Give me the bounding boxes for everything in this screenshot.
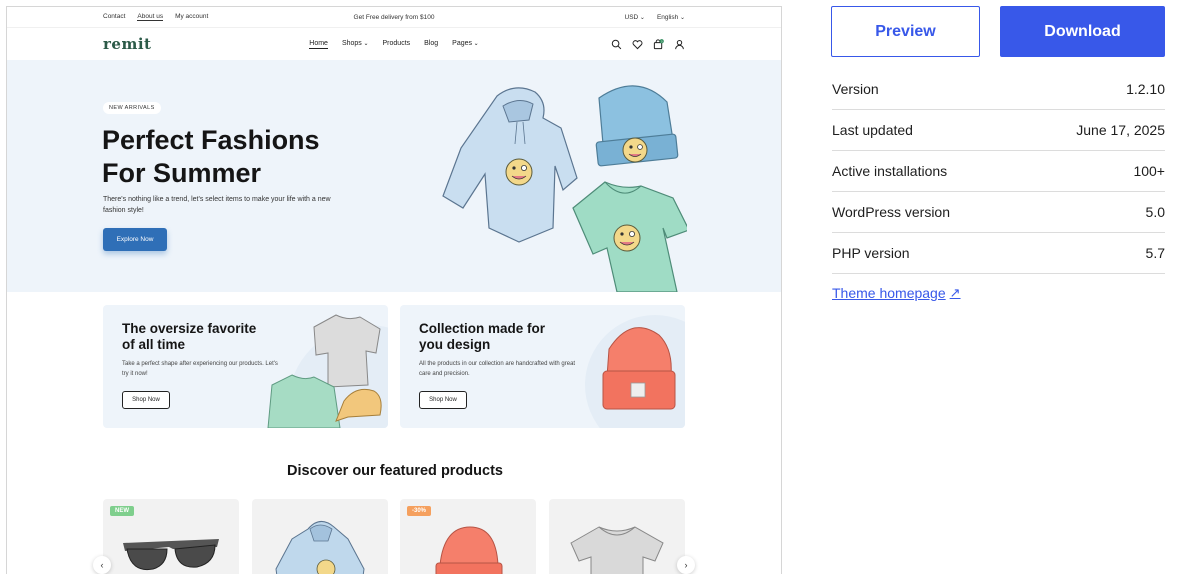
language-select[interactable]: English: [657, 14, 685, 21]
search-icon[interactable]: [611, 39, 622, 50]
theme-meta-list: Version 1.2.10 Last updated June 17, 202…: [832, 69, 1165, 274]
hero-subtitle: There's nothing like a trend, let's sele…: [103, 196, 331, 214]
hero-title: Perfect Fashions For Summer: [102, 124, 402, 190]
heart-icon[interactable]: [632, 39, 643, 50]
product-card-beanie[interactable]: -30%: [400, 499, 536, 574]
promo-card-title: The oversize favorite of all time: [122, 321, 256, 353]
meta-row-wordpress-version: WordPress version 5.0: [832, 192, 1165, 233]
product-card-hoodie[interactable]: [252, 499, 388, 574]
hero-banner: NEW ARRIVALS Perfect Fashions For Summer…: [7, 60, 781, 292]
meta-value: 100+: [1133, 163, 1165, 179]
new-arrivals-badge: NEW ARRIVALS: [103, 102, 161, 114]
external-link-icon: ↗: [949, 285, 961, 300]
hero-title-line1: Perfect Fashions: [102, 125, 320, 155]
hero-apparel-illustration: [442, 85, 687, 292]
meta-value: 5.0: [1145, 204, 1165, 220]
meta-row-version: Version 1.2.10: [832, 69, 1165, 110]
promo-card-title-line2: of all time: [122, 337, 186, 352]
promo-card-title-line2: you design: [419, 337, 491, 352]
shop-now-button[interactable]: Shop Now: [122, 391, 170, 409]
user-icon[interactable]: [674, 39, 685, 50]
preview-navbar: remit Home Shops Products Blog Pages 0: [7, 27, 781, 60]
menu-item-shops[interactable]: Shops: [342, 40, 369, 49]
orange-beanie-illustration: [585, 315, 685, 428]
meta-label: Active installations: [832, 163, 948, 179]
cart-icon[interactable]: 0: [653, 38, 664, 50]
promo-card-collection: Collection made for you design All the p…: [400, 305, 685, 428]
hoodie-product-illustration: [275, 521, 365, 574]
new-badge: NEW: [110, 506, 134, 516]
main-menu: Home Shops Products Blog Pages: [303, 40, 485, 49]
beanie-illustration: [595, 85, 679, 167]
meta-label: Version: [832, 81, 879, 97]
menu-item-pages[interactable]: Pages: [452, 40, 479, 49]
promo-card-title-line1: Collection made for: [419, 321, 546, 336]
meta-label: WordPress version: [832, 204, 951, 220]
topbar-link-contact[interactable]: Contact: [103, 13, 125, 21]
tshirt-illustration: [572, 181, 687, 292]
preview-button[interactable]: Preview: [831, 6, 980, 57]
promo-card-title-line1: The oversize favorite: [122, 321, 257, 336]
meta-row-active-installations: Active installations 100+: [832, 151, 1165, 192]
meta-label: PHP version: [832, 245, 910, 261]
shop-now-button[interactable]: Shop Now: [419, 391, 467, 409]
meta-row-php-version: PHP version 5.7: [832, 233, 1165, 274]
theme-preview-frame: Contact About us My account Get Free del…: [6, 6, 782, 574]
featured-products-title: Discover our featured products: [287, 463, 503, 479]
hero-title-line2: For Summer: [102, 158, 262, 188]
promo-card-oversize: The oversize favorite of all time Take a…: [103, 305, 388, 428]
meta-value: June 17, 2025: [1076, 122, 1165, 138]
product-card-tshirt[interactable]: [549, 499, 685, 574]
meta-row-last-updated: Last updated June 17, 2025: [832, 110, 1165, 151]
hoodie-illustration: [442, 87, 578, 243]
preview-topbar: Contact About us My account Get Free del…: [7, 7, 781, 27]
topbar-promo: Get Free delivery from $100: [353, 13, 435, 21]
carousel-next-arrow[interactable]: ›: [677, 556, 695, 574]
topbar-link-account[interactable]: My account: [175, 13, 208, 21]
tshirt-product-illustration: [570, 526, 664, 574]
currency-select[interactable]: USD: [625, 14, 645, 21]
menu-item-products[interactable]: Products: [383, 40, 411, 49]
menu-item-blog[interactable]: Blog: [424, 40, 438, 49]
download-button[interactable]: Download: [1000, 6, 1165, 57]
oversize-apparel-illustration: [267, 314, 388, 428]
meta-value: 1.2.10: [1126, 81, 1165, 97]
meta-value: 5.7: [1145, 245, 1165, 261]
promo-card-title: Collection made for you design: [419, 321, 545, 353]
discount-badge: -30%: [407, 506, 432, 516]
product-card-sunglasses[interactable]: NEW: [103, 499, 239, 574]
meta-label: Last updated: [832, 122, 913, 138]
carousel-prev-arrow[interactable]: ‹: [93, 556, 111, 574]
site-logo[interactable]: remit: [103, 35, 303, 53]
theme-homepage-link[interactable]: Theme homepage ↗: [832, 285, 961, 301]
theme-homepage-label: Theme homepage: [832, 285, 946, 301]
topbar-link-about[interactable]: About us: [137, 13, 164, 21]
menu-item-home[interactable]: Home: [309, 40, 328, 49]
explore-now-button[interactable]: Explore Now: [103, 228, 167, 251]
